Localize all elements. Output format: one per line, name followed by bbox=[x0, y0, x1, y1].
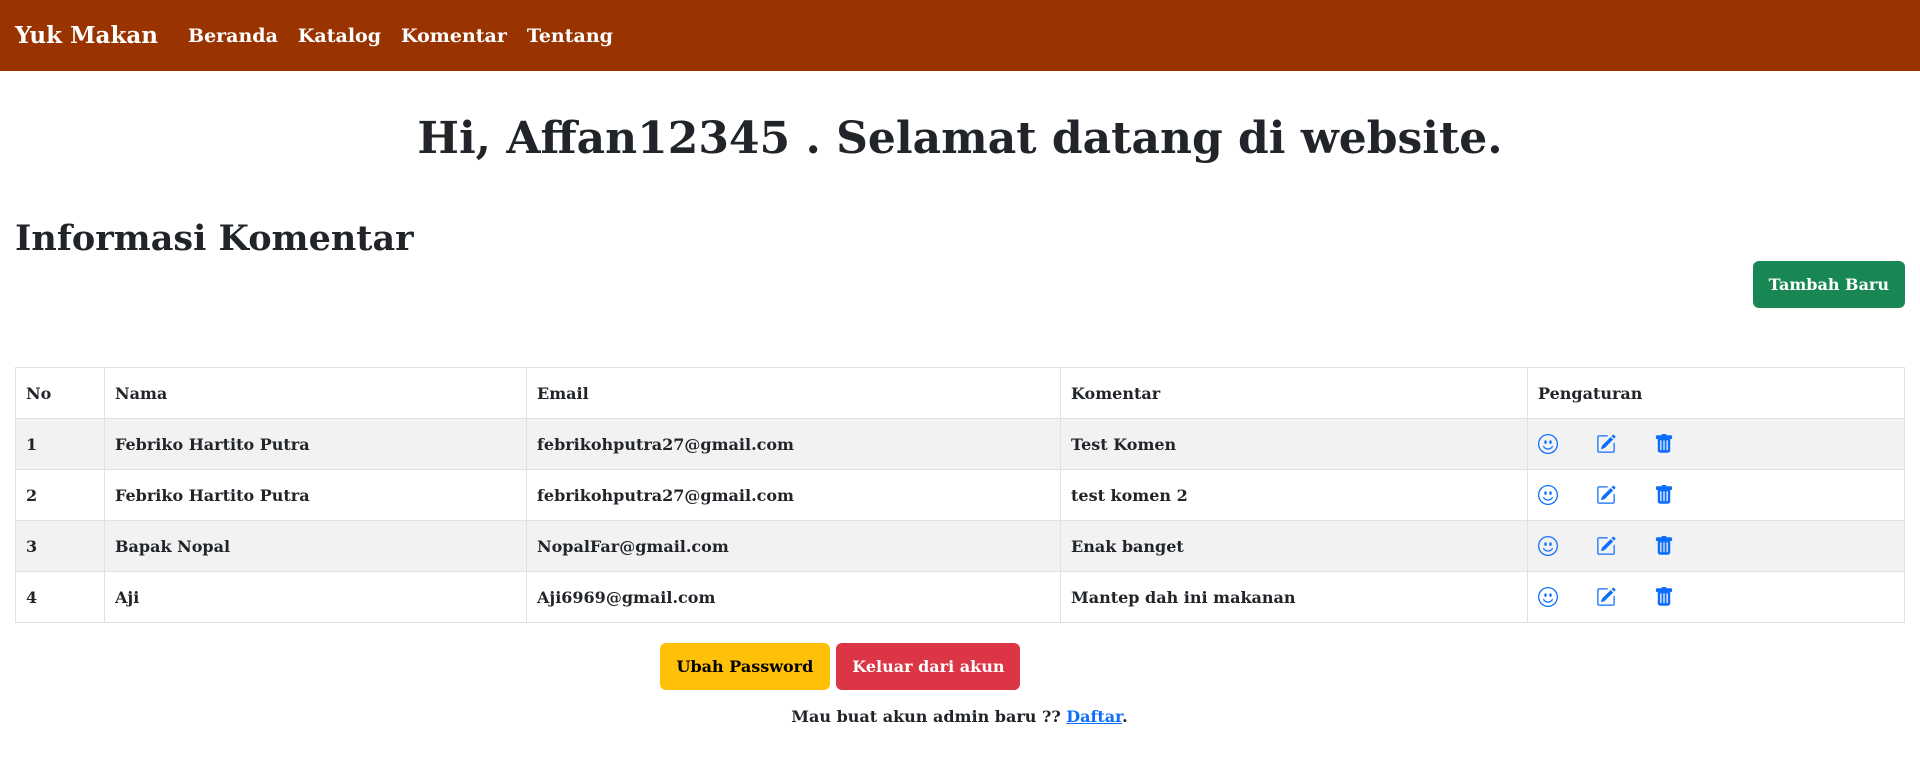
cell-actions bbox=[1527, 520, 1905, 572]
edit-icon[interactable] bbox=[1596, 536, 1616, 556]
footer-actions: Ubah Password Keluar dari akun bbox=[0, 643, 1680, 690]
register-end: . bbox=[1122, 707, 1128, 726]
edit-icon[interactable] bbox=[1596, 434, 1616, 454]
table-row: 2 Febriko Hartito Putra febrikohputra27@gm… bbox=[15, 469, 1905, 521]
change-password-button[interactable]: Ubah Password bbox=[659, 643, 831, 690]
nav-link-komentar[interactable]: Komentar bbox=[401, 25, 507, 47]
row-actions bbox=[1538, 485, 1894, 505]
cell-komentar: Enak banget bbox=[1060, 520, 1528, 572]
header-email: Email bbox=[526, 367, 1061, 419]
cell-email: Aji6969@gmail.com bbox=[526, 571, 1061, 623]
row-actions bbox=[1538, 587, 1894, 607]
table-row: 1 Febriko Hartito Putra febrikohputra27@gm… bbox=[15, 418, 1905, 470]
cell-no: 2 bbox=[15, 469, 105, 521]
cell-nama: Febriko Hartito Putra bbox=[104, 418, 527, 470]
trash-icon[interactable] bbox=[1654, 587, 1674, 607]
cell-email: NopalFar@gmail.com bbox=[526, 520, 1061, 572]
header-komentar: Komentar bbox=[1060, 367, 1528, 419]
cell-no: 4 bbox=[15, 571, 105, 623]
cell-no: 3 bbox=[15, 520, 105, 572]
register-prompt: Mau buat akun admin baru ?? Daftar. bbox=[0, 707, 1919, 726]
cell-komentar: test komen 2 bbox=[1060, 469, 1528, 521]
greeting-suffix: . Selamat datang di website. bbox=[805, 113, 1503, 164]
cell-komentar: Mantep dah ini makanan bbox=[1060, 571, 1528, 623]
cell-email: febrikohputra27@gmail.com bbox=[526, 418, 1061, 470]
row-actions bbox=[1538, 536, 1894, 556]
welcome-heading: Hi, Affan12345 . Selamat datang di websi… bbox=[0, 113, 1920, 164]
nav-link-tentang[interactable]: Tentang bbox=[527, 25, 613, 47]
add-new-button[interactable]: Tambah Baru bbox=[1752, 261, 1905, 308]
cell-no: 1 bbox=[15, 418, 105, 470]
greeting-username: Affan12345 bbox=[506, 113, 791, 164]
toolbar: Tambah Baru bbox=[0, 261, 1920, 308]
greeting-prefix: Hi, bbox=[417, 113, 491, 164]
trash-icon[interactable] bbox=[1654, 536, 1674, 556]
header-no: No bbox=[15, 367, 105, 419]
edit-icon[interactable] bbox=[1596, 485, 1616, 505]
cell-actions bbox=[1527, 469, 1905, 521]
header-nama: Nama bbox=[104, 367, 527, 419]
cell-actions bbox=[1527, 571, 1905, 623]
cell-nama: Aji bbox=[104, 571, 527, 623]
cell-email: febrikohputra27@gmail.com bbox=[526, 469, 1061, 521]
smile-icon[interactable] bbox=[1538, 485, 1558, 505]
nav-link-katalog[interactable]: Katalog bbox=[298, 25, 381, 47]
logout-button[interactable]: Keluar dari akun bbox=[836, 643, 1021, 690]
row-actions bbox=[1538, 434, 1894, 454]
smile-icon[interactable] bbox=[1538, 587, 1558, 607]
section-title: Informasi Komentar bbox=[15, 218, 414, 259]
cell-komentar: Test Komen bbox=[1060, 418, 1528, 470]
table-header-row: No Nama Email Komentar Pengaturan bbox=[15, 367, 1905, 419]
header-pengaturan: Pengaturan bbox=[1527, 367, 1905, 419]
register-text: Mau buat akun admin baru ?? bbox=[791, 707, 1061, 726]
smile-icon[interactable] bbox=[1538, 434, 1558, 454]
trash-icon[interactable] bbox=[1654, 434, 1674, 454]
nav-link-beranda[interactable]: Beranda bbox=[188, 25, 278, 47]
table-row: 4 Aji Aji6969@gmail.com Mantep dah ini maka… bbox=[15, 571, 1905, 623]
brand-logo[interactable]: Yuk Makan bbox=[15, 22, 158, 49]
cell-nama: Bapak Nopal bbox=[104, 520, 527, 572]
cell-actions bbox=[1527, 418, 1905, 470]
register-link[interactable]: Daftar bbox=[1066, 707, 1122, 726]
table-row: 3 Bapak Nopal NopalFar@gmail.com Enak bange… bbox=[15, 520, 1905, 572]
edit-icon[interactable] bbox=[1596, 587, 1616, 607]
navbar: Yuk Makan Beranda Katalog Komentar Tenta… bbox=[0, 0, 1920, 71]
trash-icon[interactable] bbox=[1654, 485, 1674, 505]
cell-nama: Febriko Hartito Putra bbox=[104, 469, 527, 521]
comments-table: No Nama Email Komentar Pengaturan 1 Febri… bbox=[15, 367, 1905, 623]
smile-icon[interactable] bbox=[1538, 536, 1558, 556]
